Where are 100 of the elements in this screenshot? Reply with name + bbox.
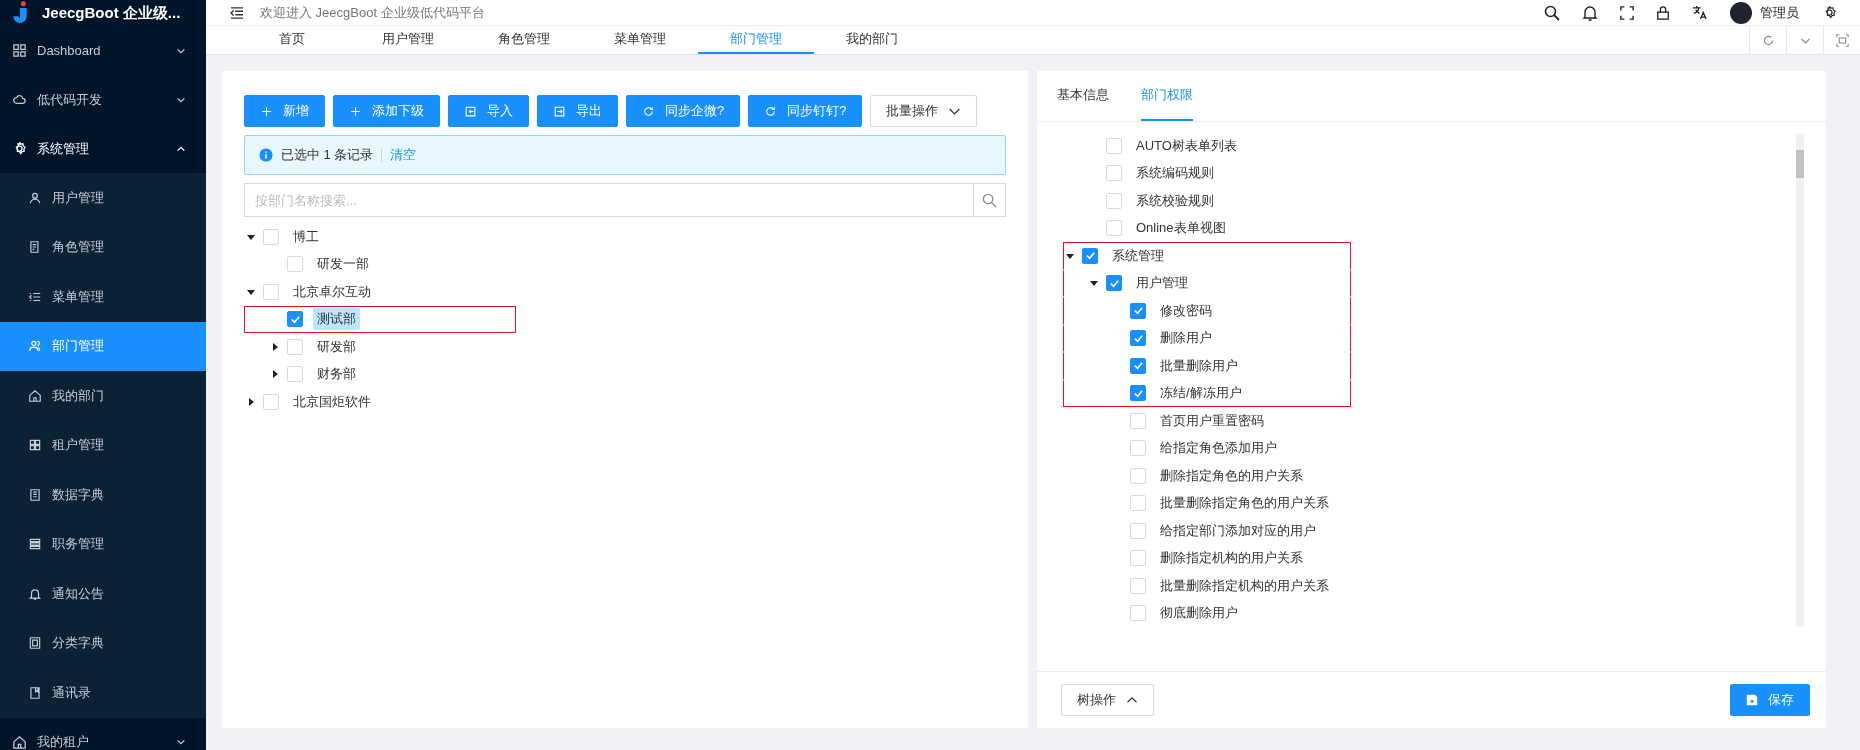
sidebar-item[interactable]: 我的租户 xyxy=(0,717,206,750)
sidebar-item[interactable]: 通讯录 xyxy=(0,668,206,718)
welcome-text: 欢迎进入 JeecgBoot 企业级低代码平台 xyxy=(260,3,485,22)
caret-icon[interactable] xyxy=(1090,279,1098,288)
tree-node[interactable]: 修改密码 xyxy=(1156,299,1216,322)
page-tab[interactable]: 我的部门 xyxy=(814,26,930,54)
menu-fold-icon[interactable] xyxy=(230,6,244,19)
caret-icon[interactable] xyxy=(1066,251,1074,260)
translate-icon[interactable] xyxy=(1692,5,1707,20)
tree-node[interactable]: 博工 xyxy=(289,225,323,248)
tree-node[interactable]: 财务部 xyxy=(313,363,360,386)
toolbar-button[interactable]: 批量操作 xyxy=(870,95,978,127)
tree-node[interactable]: 用户管理 xyxy=(1132,272,1192,295)
bell-icon[interactable] xyxy=(1582,4,1598,21)
sync-icon xyxy=(764,104,778,118)
maximize-icon xyxy=(1835,33,1849,47)
user-icon xyxy=(28,190,42,205)
tree-node[interactable]: 批量删除指定角色的用户关系 xyxy=(1156,492,1333,515)
tree-node[interactable]: 删除指定机构的用户关系 xyxy=(1156,547,1307,570)
page-tab[interactable]: 菜单管理 xyxy=(582,26,698,54)
tree-node[interactable]: 系统编码规则 xyxy=(1132,162,1218,185)
refresh-icon xyxy=(1761,33,1775,47)
bell-icon xyxy=(28,586,42,601)
checkbox[interactable] xyxy=(287,311,303,328)
plus-icon xyxy=(349,104,362,118)
tree-node[interactable]: 删除指定角色的用户关系 xyxy=(1156,464,1307,487)
checkbox[interactable] xyxy=(1130,302,1146,319)
selection-count-text: 已选中 1 条记录 xyxy=(281,146,374,164)
sidebar-item[interactable]: 系统管理 xyxy=(0,124,206,173)
check-icon xyxy=(1132,332,1144,344)
tree-node[interactable]: 北京卓尔互动 xyxy=(289,280,375,303)
tree-node[interactable]: 系统校验规则 xyxy=(1132,189,1218,212)
tree-actions-button[interactable]: 树操作 xyxy=(1061,684,1154,716)
sidebar-item[interactable]: 角色管理 xyxy=(0,222,206,272)
caret-icon[interactable] xyxy=(247,232,255,241)
tree-node[interactable]: 冻结/解冻用户 xyxy=(1156,382,1246,405)
caret-icon[interactable] xyxy=(247,397,255,406)
tree-node[interactable]: 系统管理 xyxy=(1108,244,1168,267)
sidebar-item[interactable]: 菜单管理 xyxy=(0,272,206,322)
sidebar-item[interactable]: 数据字典 xyxy=(0,470,206,520)
cloud-icon xyxy=(12,92,27,107)
grid-icon xyxy=(28,438,42,453)
chevron-icon xyxy=(176,737,186,747)
tree-node[interactable]: 北京国炬软件 xyxy=(289,390,375,413)
checkbox[interactable] xyxy=(1106,275,1122,292)
dashboard-icon xyxy=(12,43,27,58)
user-name[interactable]: 管理员 xyxy=(1760,3,1799,22)
info-icon xyxy=(259,148,273,162)
book-icon xyxy=(28,487,42,502)
tree-node[interactable]: 测试部 xyxy=(313,308,360,331)
caret-icon[interactable] xyxy=(271,342,279,351)
search-icon xyxy=(982,192,997,208)
tree-node[interactable]: 给指定部门添加对应的用户 xyxy=(1156,519,1320,542)
tree-node[interactable]: 批量删除用户 xyxy=(1156,354,1242,377)
checkbox[interactable] xyxy=(1130,385,1146,402)
lock-icon[interactable] xyxy=(1656,5,1670,20)
page-tab[interactable]: 首页 xyxy=(234,26,350,54)
app-title: JeecgBoot 企业级... xyxy=(42,3,181,23)
tree-node[interactable]: Online表单视图 xyxy=(1132,217,1230,240)
import-icon xyxy=(464,104,477,118)
checkbox[interactable] xyxy=(1082,247,1098,264)
sidebar-item[interactable]: 我的部门 xyxy=(0,371,206,421)
plus-icon xyxy=(260,104,273,118)
tree-node[interactable]: 删除用户 xyxy=(1156,327,1216,350)
sidebar-item[interactable]: 用户管理 xyxy=(0,173,206,223)
caret-icon[interactable] xyxy=(271,370,279,379)
sync-icon xyxy=(642,104,655,118)
tree-node[interactable]: 首页用户重置密码 xyxy=(1156,409,1268,432)
tree-node[interactable]: 彻底删除用户 xyxy=(1156,602,1242,625)
fullscreen-icon[interactable] xyxy=(1620,5,1634,20)
sidebar-item[interactable]: 职务管理 xyxy=(0,519,206,569)
team-icon xyxy=(28,339,42,354)
logo-icon xyxy=(10,1,30,25)
tree-node[interactable]: 给指定角色添加用户 xyxy=(1156,437,1281,460)
sidebar-item[interactable]: 分类字典 xyxy=(0,618,206,668)
check-icon xyxy=(1132,387,1144,399)
check-icon xyxy=(1132,360,1144,372)
tree-node[interactable]: 研发一部 xyxy=(313,253,373,276)
home-icon xyxy=(12,734,27,750)
save-icon xyxy=(1746,694,1758,706)
tree-node[interactable]: 研发部 xyxy=(313,335,360,358)
detail-tab[interactable]: 基本信息 xyxy=(1057,71,1109,121)
scrollbar[interactable] xyxy=(1796,134,1804,627)
page-tab[interactable]: 角色管理 xyxy=(466,26,582,54)
avatar[interactable] xyxy=(1730,1,1752,24)
check-icon xyxy=(1108,277,1120,289)
tree-node[interactable]: 批量删除指定机构的用户关系 xyxy=(1156,574,1333,597)
checkbox[interactable] xyxy=(1130,357,1146,374)
sidebar-item[interactable]: 低代码开发 xyxy=(0,75,206,124)
home-icon xyxy=(28,388,42,403)
note-icon xyxy=(28,685,42,700)
checkbox[interactable] xyxy=(1130,330,1146,347)
page-tab[interactable]: 用户管理 xyxy=(350,26,466,54)
tree-node[interactable]: AUTO树表单列表 xyxy=(1132,134,1241,157)
stack-icon xyxy=(28,537,42,552)
sidebar-item[interactable]: Dashboard xyxy=(0,26,206,75)
sidebar-item[interactable]: 通知公告 xyxy=(0,569,206,619)
sidebar-item[interactable]: 租户管理 xyxy=(0,420,206,470)
caret-icon[interactable] xyxy=(247,287,255,296)
search-icon[interactable] xyxy=(1544,4,1560,21)
